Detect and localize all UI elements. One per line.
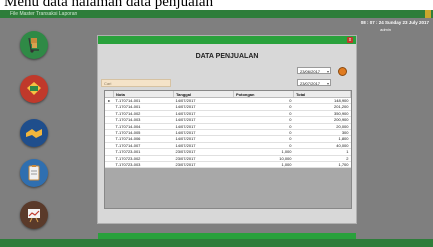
calendar-icon[interactable]: ▾ <box>327 80 329 87</box>
hand-truck-icon <box>28 37 39 53</box>
sales-tag-icon <box>27 82 41 95</box>
handshake-icon <box>26 129 42 138</box>
status-bar <box>0 239 433 247</box>
user-label: admin <box>380 27 391 32</box>
date-to-picker[interactable]: 23/07/2017 ▾ <box>297 79 331 86</box>
clock-display: 08 : 07 : 24 Sunday 23 July 2017 <box>360 20 429 25</box>
clipboard-icon <box>28 165 40 181</box>
filter-button[interactable] <box>338 67 347 76</box>
cell-potongan: 1,000 <box>233 161 294 169</box>
chart-board-icon <box>28 209 40 223</box>
page-caption: Menu data halaman data penjualan <box>4 0 214 10</box>
window-control-icon[interactable] <box>425 10 431 18</box>
nav-penjualan-button[interactable] <box>20 75 48 103</box>
table-row[interactable]: T-170723-003 23/07/2017 1,000 1,700 <box>105 161 351 169</box>
cell-tanggal: 23/07/2017 <box>173 161 234 169</box>
panel-title: DATA PENJUALAN <box>195 53 259 60</box>
row-selector <box>105 161 114 169</box>
menu-bar[interactable]: File Master Transaksi Laporan <box>10 10 77 18</box>
nav-transaksi-button[interactable] <box>20 119 48 147</box>
window-titlebar: File Master Transaksi Laporan <box>0 10 433 18</box>
penjualan-table: Nota Tanggal Potongan Total ▸ T-170714-0… <box>104 90 352 209</box>
cell-nota: T-170723-003 <box>113 161 174 169</box>
close-icon[interactable]: x <box>347 37 353 43</box>
search-input[interactable]: Cari <box>101 79 171 87</box>
nav-barang-button[interactable] <box>20 31 48 59</box>
nav-grafik-button[interactable] <box>20 201 48 229</box>
date-from-value: 23/06/2017 <box>300 69 321 74</box>
calendar-icon[interactable]: ▾ <box>327 68 329 75</box>
nav-laporan-button[interactable] <box>20 159 48 187</box>
date-to-value: 23/07/2017 <box>300 81 321 86</box>
data-penjualan-panel: x DATA PENJUALAN 23/06/2017 ▾ 23/07/2017… <box>97 35 357 242</box>
date-from-picker[interactable]: 23/06/2017 ▾ <box>297 67 331 74</box>
app-workspace: 08 : 07 : 24 Sunday 23 July 2017 admin x… <box>0 18 433 242</box>
cell-total: 1,700 <box>293 161 351 169</box>
panel-header: x <box>98 36 356 44</box>
